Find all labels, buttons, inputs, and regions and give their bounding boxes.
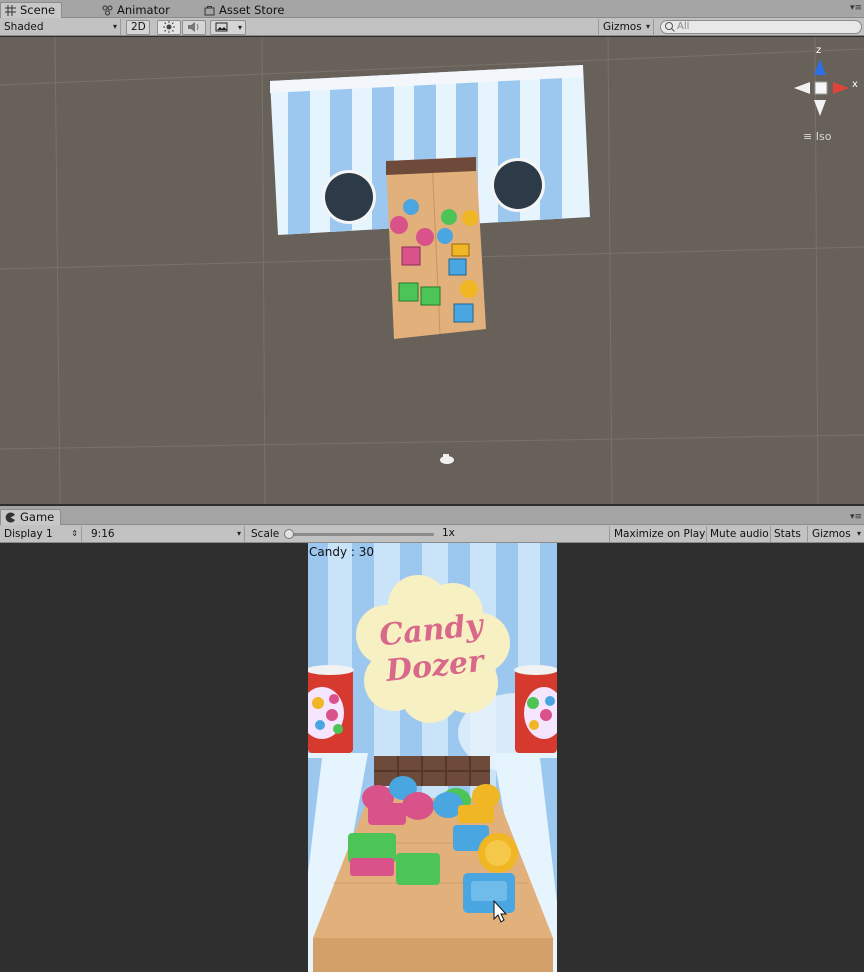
mute-audio-toggle[interactable]: Mute audio <box>706 526 771 542</box>
projection-label: Iso <box>815 130 832 143</box>
logo-text: Candy Dozer <box>365 606 502 691</box>
scene-tab-bar: Scene Animator Asset Store ▾≡ <box>0 0 864 18</box>
menu-lines-icon: ≡ <box>803 130 813 143</box>
aspect-label: 9:16 <box>91 528 115 540</box>
speaker-icon <box>187 22 201 36</box>
maximize-on-play-label: Maximize on Play <box>614 528 706 540</box>
scale-label: Scale <box>251 528 280 540</box>
game-viewport[interactable]: Candy : 30 Candy Dozer <box>0 543 864 972</box>
effects-dropdown[interactable]: ▾ <box>210 20 246 35</box>
lighting-toggle[interactable] <box>157 20 181 35</box>
orientation-gizmo <box>794 59 849 116</box>
shopping-bag-icon <box>204 5 215 16</box>
game-gizmos-dropdown[interactable]: Gizmos ▾ <box>808 526 864 542</box>
search-placeholder: All <box>677 21 690 32</box>
scene-toolbar: Shaded ▾ 2D ▾ Gizmos ▾ All <box>0 18 864 36</box>
grid-icon <box>5 5 16 16</box>
dropdown-arrow-icon: ▾ <box>236 529 241 538</box>
scene-search-input[interactable]: All <box>660 20 862 34</box>
scale-slider-thumb[interactable] <box>284 529 294 539</box>
candy-counter: Candy : 30 <box>309 545 374 559</box>
audio-toggle[interactable] <box>182 20 206 35</box>
updown-arrow-icon: ⇕ <box>71 529 78 538</box>
right-gumball-jar <box>514 665 557 753</box>
tab-menu-icon[interactable]: ▾≡ <box>850 3 862 13</box>
image-icon <box>215 22 229 36</box>
stats-label: Stats <box>774 528 801 540</box>
tab-scene-label: Scene <box>20 3 56 17</box>
shading-mode-label: Shaded <box>4 21 44 33</box>
camera-gizmo-icon <box>440 454 454 464</box>
2d-mode-button[interactable]: 2D <box>126 20 150 35</box>
scale-value: 1x <box>442 527 455 539</box>
scene-gizmos-dropdown[interactable]: Gizmos ▾ <box>598 19 654 35</box>
tab-game[interactable]: Game <box>0 509 62 525</box>
maximize-on-play-toggle[interactable]: Maximize on Play <box>609 526 707 542</box>
2d-mode-label: 2D <box>131 21 146 33</box>
display-label: Display 1 <box>4 528 53 540</box>
pacman-icon <box>5 512 16 523</box>
search-icon <box>664 21 676 37</box>
game-tab-menu-icon[interactable]: ▾≡ <box>850 512 862 522</box>
tab-game-label: Game <box>20 510 55 524</box>
dropdown-arrow-icon: ▾ <box>112 22 117 31</box>
scale-slider-track[interactable] <box>286 533 434 536</box>
dropdown-arrow-icon: ▾ <box>856 529 861 538</box>
left-gumball-jar <box>308 665 354 753</box>
sun-icon <box>162 21 176 36</box>
floor-front-edge <box>313 938 553 972</box>
gizmo-axis-z[interactable]: z <box>816 45 821 56</box>
scene-viewport[interactable]: z x ≡ Iso <box>0 37 864 504</box>
aspect-dropdown[interactable]: 9:16 ▾ <box>87 526 245 542</box>
display-dropdown[interactable]: Display 1 ⇕ <box>0 526 82 542</box>
tab-animator[interactable]: Animator <box>98 2 176 18</box>
tab-asset-store-label: Asset Store <box>219 2 285 17</box>
shading-mode-dropdown[interactable]: Shaded ▾ <box>0 19 121 35</box>
scene-gizmos-label: Gizmos <box>603 21 642 33</box>
mute-audio-label: Mute audio <box>710 528 769 540</box>
game-gizmos-label: Gizmos <box>812 528 851 540</box>
game-toolbar: Display 1 ⇕ 9:16 ▾ Scale 1x Maximize on … <box>0 525 864 543</box>
tab-scene[interactable]: Scene <box>0 2 63 18</box>
game-screen[interactable]: Candy : 30 Candy Dozer <box>308 543 557 972</box>
dropdown-arrow-icon: ▾ <box>645 22 650 31</box>
tab-animator-label: Animator <box>117 2 170 17</box>
game-canvas <box>308 543 557 972</box>
gizmo-axis-x[interactable]: x <box>852 79 858 90</box>
tab-asset-store[interactable]: Asset Store <box>200 2 291 18</box>
scene-canvas <box>0 37 864 504</box>
projection-toggle[interactable]: ≡ Iso <box>803 130 831 143</box>
animator-icon <box>102 5 113 16</box>
dropdown-arrow-icon: ▾ <box>237 23 242 32</box>
game-tab-bar: Game ▾≡ <box>0 506 864 525</box>
stats-toggle[interactable]: Stats <box>770 526 808 542</box>
